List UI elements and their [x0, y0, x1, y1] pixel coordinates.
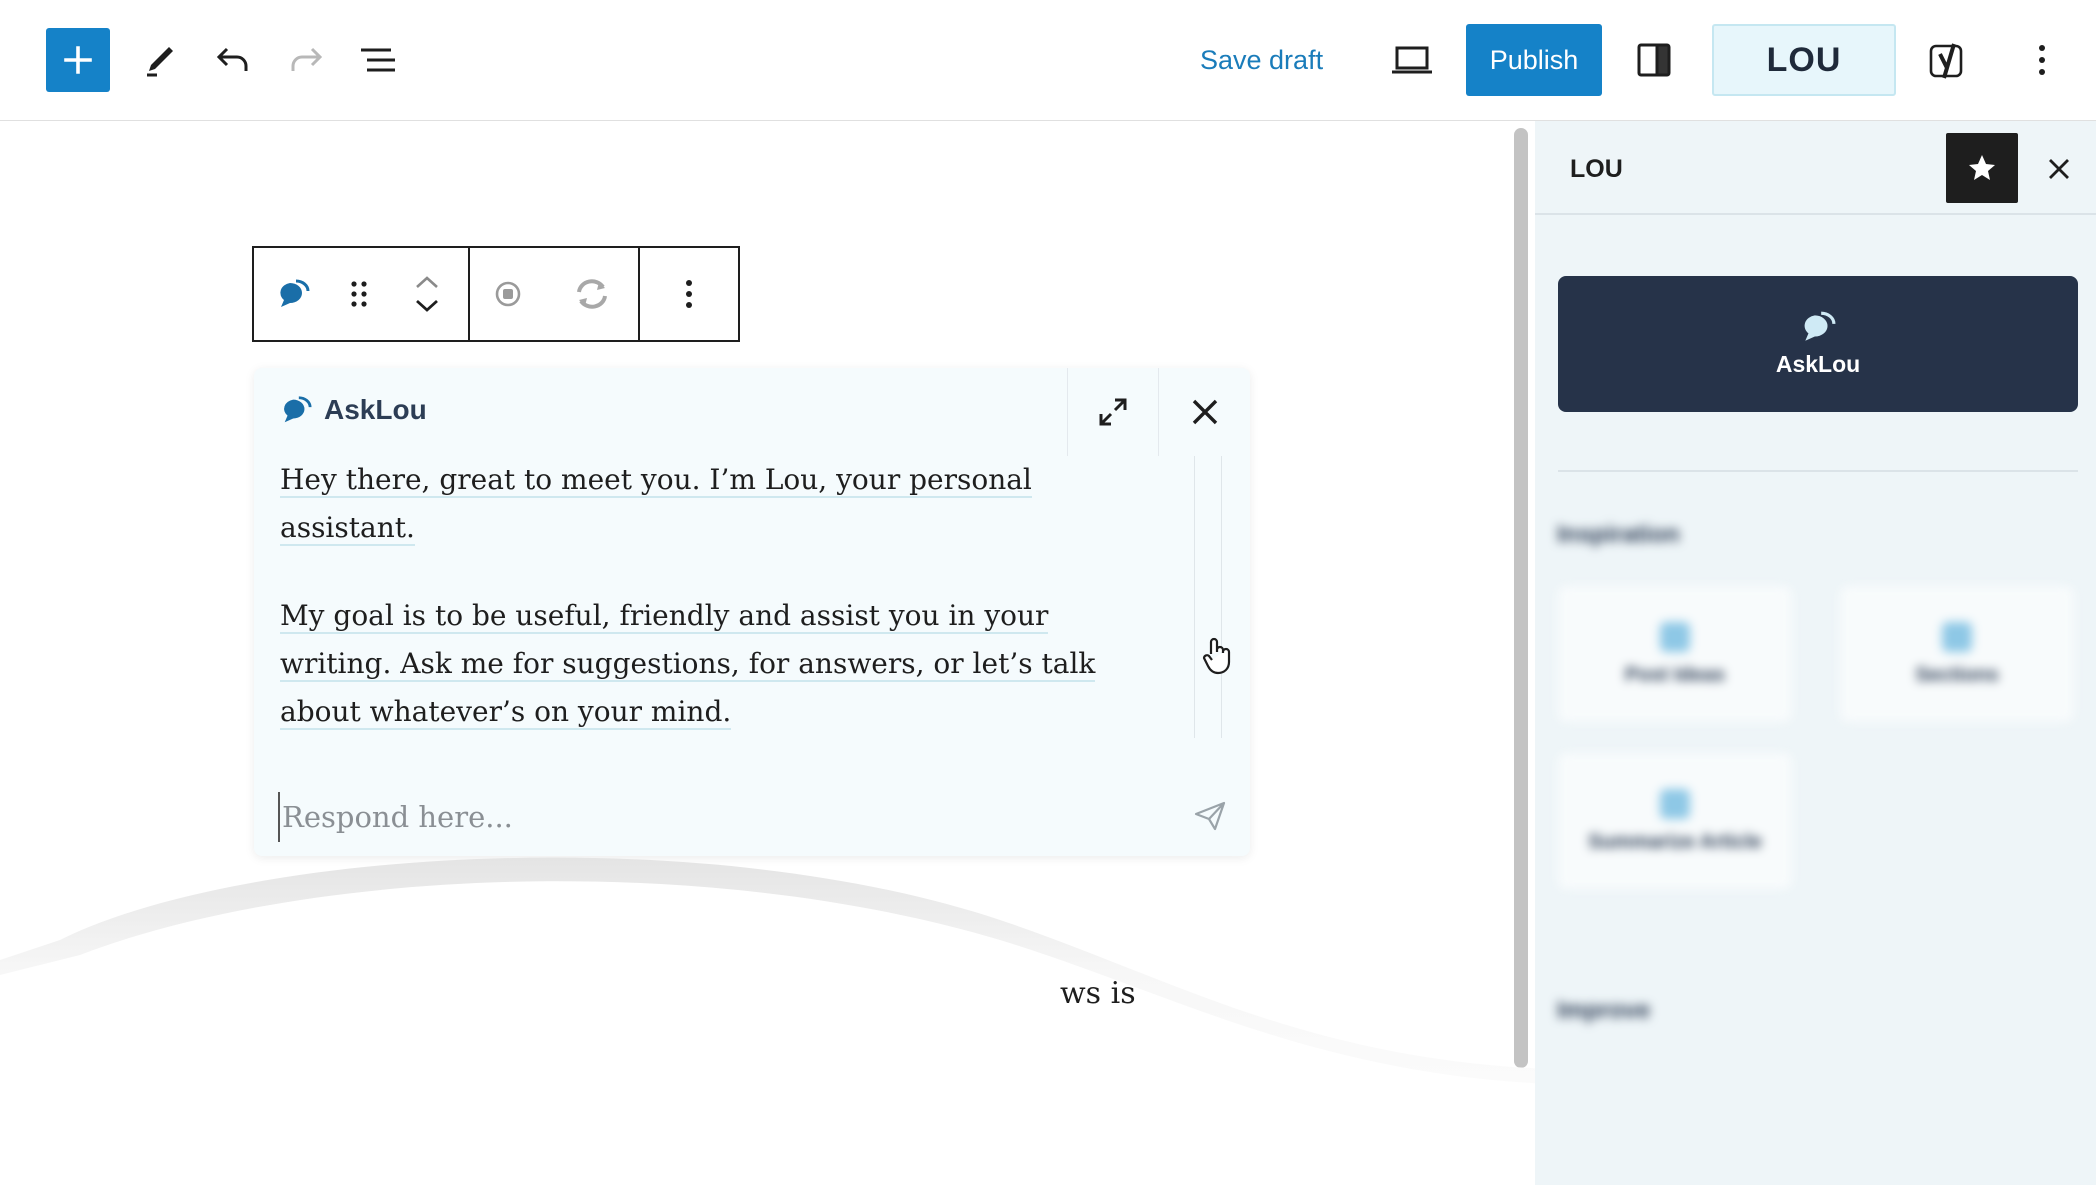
- stop-button[interactable]: [470, 248, 545, 340]
- pencil-icon: [147, 47, 173, 77]
- chat-title: AskLou: [280, 394, 427, 426]
- chat-message: Hey there, great to meet you. I’m Lou, y…: [280, 456, 1150, 552]
- expand-chat-button[interactable]: [1067, 368, 1159, 456]
- star-icon: [1969, 155, 1995, 180]
- close-chat-button[interactable]: [1159, 368, 1250, 456]
- regenerate-button[interactable]: [545, 248, 638, 340]
- top-toolbar: Save draft Publish LOU: [0, 0, 2096, 121]
- publish-button[interactable]: Publish: [1466, 24, 1602, 96]
- chat-title-label: AskLou: [324, 394, 427, 425]
- chat-message-text: Hey there, great to meet you. I’m Lou, y…: [280, 463, 1032, 546]
- redo-button[interactable]: [278, 32, 334, 88]
- tile-label: Summarize Article: [1588, 830, 1762, 853]
- add-block-button[interactable]: [46, 28, 110, 92]
- sidebar-toggle-icon: [1637, 43, 1671, 77]
- chat-messages: Hey there, great to meet you. I’m Lou, y…: [280, 456, 1150, 736]
- redo-icon: [291, 47, 323, 71]
- options-button[interactable]: [2014, 32, 2070, 88]
- tile-post-ideas[interactable]: Post Ideas: [1558, 586, 1792, 722]
- tools-button[interactable]: [132, 32, 188, 88]
- tile-label: Sections: [1915, 663, 1999, 686]
- chat-header: AskLou: [254, 368, 1250, 456]
- tile-summarize-article[interactable]: Summarize Article: [1558, 753, 1792, 889]
- undo-button[interactable]: [205, 32, 261, 88]
- list-view-icon: [361, 48, 395, 72]
- lou-sidebar: LOU AskLou Inspiration Post Ideas Sectio…: [1535, 121, 2096, 1185]
- close-icon: [1192, 399, 1217, 425]
- chat-bubbles-icon: [284, 396, 312, 423]
- save-draft-button[interactable]: Save draft: [1200, 34, 1323, 86]
- pencil-icon: [1942, 621, 1972, 652]
- undo-icon: [216, 47, 248, 71]
- send-icon: [1194, 801, 1226, 831]
- chevron-down-icon[interactable]: [415, 299, 439, 313]
- tile-sections[interactable]: Sections: [1840, 586, 2074, 722]
- close-icon: [2049, 159, 2069, 179]
- asklou-card-button[interactable]: AskLou: [1558, 276, 2078, 412]
- chat-message: My goal is to be useful, friendly and as…: [280, 592, 1150, 736]
- favorite-button[interactable]: [1946, 133, 2018, 203]
- chevron-up-icon[interactable]: [415, 275, 439, 289]
- expand-arrows-icon: [1099, 398, 1127, 426]
- lou-plugin-button[interactable]: LOU: [1712, 24, 1896, 96]
- refresh-icon: [576, 279, 607, 309]
- preview-button[interactable]: [1384, 32, 1440, 88]
- block-toolbar-group-actions: [470, 248, 640, 340]
- yoast-seo-button[interactable]: [1920, 32, 1976, 88]
- chat-bubbles-icon: [1804, 311, 1836, 341]
- sidebar-title: LOU: [1570, 155, 1623, 183]
- sidebar-header: LOU: [1535, 121, 2096, 215]
- section-heading-inspiration: Inspiration: [1557, 521, 1680, 548]
- lightbulb-icon: [1660, 621, 1690, 652]
- document-icon: [1660, 788, 1690, 819]
- block-toolbar-group-more: [640, 248, 738, 340]
- sidebar-divider: [1558, 470, 2078, 472]
- plus-icon: [64, 46, 92, 74]
- block-type-button[interactable]: [254, 248, 331, 340]
- drag-handle[interactable]: [331, 248, 386, 340]
- chat-scrollbar[interactable]: [1194, 456, 1222, 738]
- more-vertical-icon: [686, 280, 692, 308]
- more-vertical-icon: [2039, 45, 2045, 75]
- stop-circle-icon: [495, 281, 520, 307]
- laptop-preview-icon: [1392, 46, 1432, 74]
- document-overview-button[interactable]: [350, 32, 406, 88]
- chat-message-text: My goal is to be useful, friendly and as…: [280, 599, 1096, 730]
- close-sidebar-button[interactable]: [2035, 145, 2083, 193]
- move-block-controls: [387, 248, 468, 340]
- asklou-chat-panel: AskLou Hey there, great to meet you. I’m…: [254, 368, 1250, 856]
- chat-bubbles-icon: [279, 279, 310, 307]
- editor-partial-text: ws is: [1060, 976, 1136, 1011]
- settings-sidebar-toggle[interactable]: [1626, 32, 1682, 88]
- block-toolbar-group-main: [254, 248, 470, 340]
- asklou-card-label: AskLou: [1775, 350, 1861, 377]
- drag-handle-icon: [351, 281, 367, 307]
- section-heading-improve: Improve: [1557, 997, 1651, 1024]
- tile-label: Post Ideas: [1624, 663, 1726, 686]
- block-options-button[interactable]: [640, 248, 738, 340]
- block-toolbar: [252, 246, 740, 342]
- hand-cursor-icon: [1202, 637, 1231, 675]
- yoast-icon: [1929, 43, 1963, 79]
